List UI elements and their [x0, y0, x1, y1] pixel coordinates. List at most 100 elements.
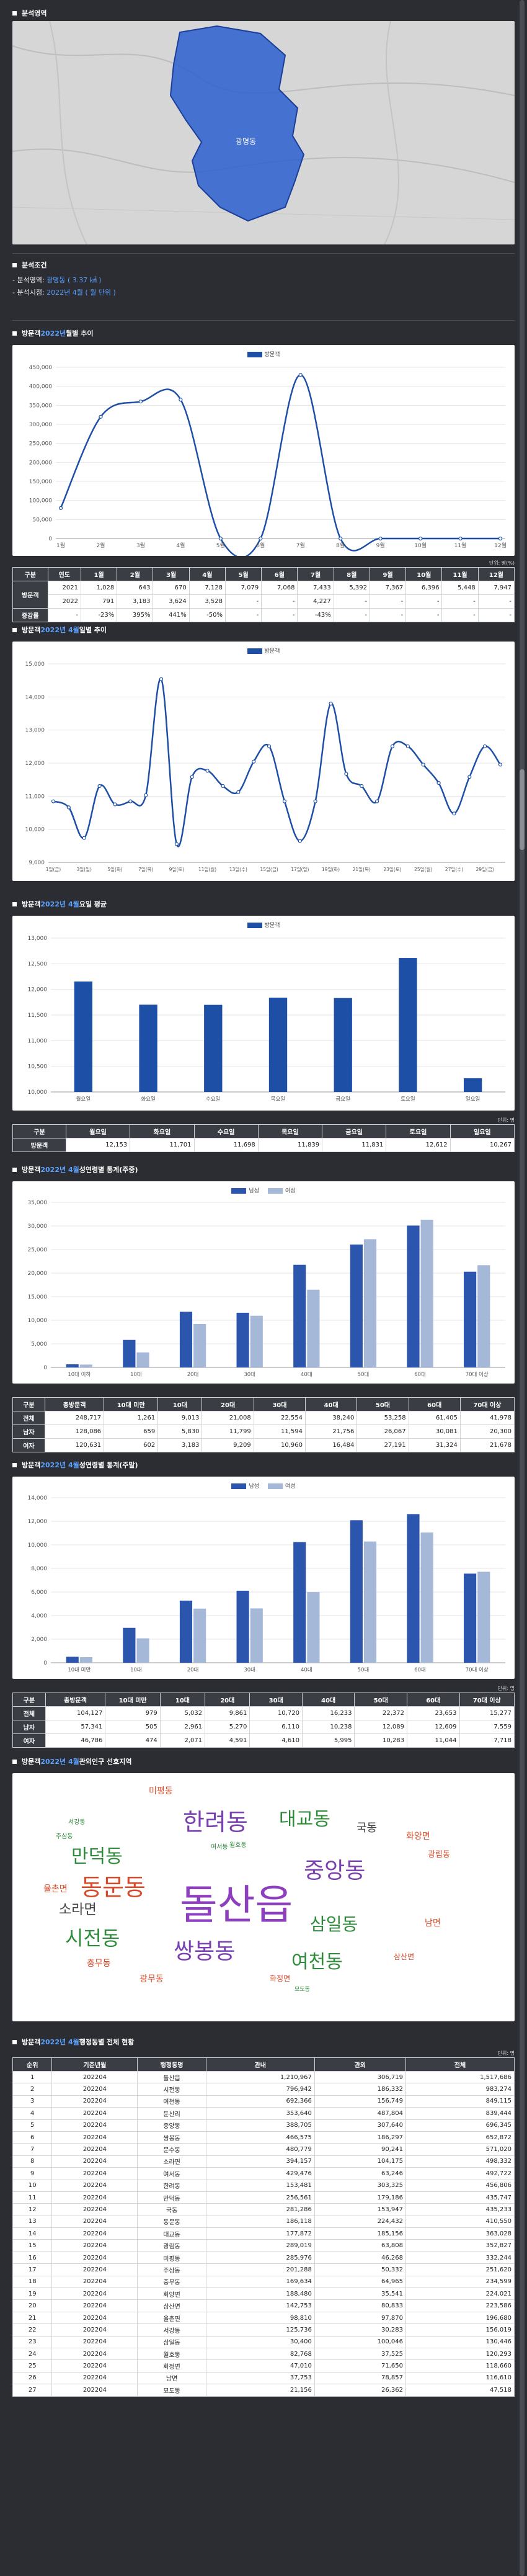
- bar[interactable]: [307, 1289, 320, 1367]
- data-point[interactable]: [138, 400, 143, 404]
- bar[interactable]: [123, 1339, 136, 1367]
- bar[interactable]: [293, 1542, 306, 1663]
- table-row[interactable]: 1 202204 돌산읍 1,210,967 306,719 1,517,686: [12, 2070, 515, 2084]
- map-view[interactable]: 광명동: [12, 21, 515, 244]
- wordcloud-word[interactable]: 동문동: [81, 1876, 146, 1899]
- data-point[interactable]: [97, 784, 102, 789]
- data-point[interactable]: [498, 536, 503, 541]
- wordcloud-word[interactable]: 광무동: [140, 1975, 164, 1983]
- bar[interactable]: [334, 998, 352, 1092]
- page-scrollbar-track[interactable]: [520, 0, 525, 2576]
- data-point[interactable]: [113, 802, 117, 807]
- table-row[interactable]: 21 202204 율촌면 98,810 97,870 196,680: [12, 2311, 515, 2325]
- data-point[interactable]: [144, 793, 148, 797]
- bar[interactable]: [407, 1514, 420, 1663]
- table-row[interactable]: 10 202204 한려동 153,481 303,325 456,806: [12, 2179, 515, 2192]
- bar[interactable]: [66, 1657, 79, 1663]
- data-point[interactable]: [329, 701, 333, 706]
- table-row[interactable]: 19 202204 화양면 188,480 35,541 224,021: [12, 2288, 515, 2301]
- table-row[interactable]: 22 202204 서강동 125,736 30,283 156,019: [12, 2323, 515, 2337]
- bar[interactable]: [236, 1312, 249, 1367]
- data-point[interactable]: [205, 769, 210, 773]
- data-point[interactable]: [190, 775, 194, 779]
- bar[interactable]: [268, 997, 288, 1092]
- page-scrollbar-thumb[interactable]: [520, 769, 525, 850]
- bar[interactable]: [79, 1657, 92, 1663]
- bar[interactable]: [464, 1573, 477, 1663]
- wordcloud-word[interactable]: 광림동: [428, 1851, 450, 1859]
- data-point[interactable]: [159, 677, 164, 681]
- data-point[interactable]: [236, 790, 241, 794]
- data-point[interactable]: [498, 763, 503, 767]
- data-point[interactable]: [421, 763, 425, 767]
- bar[interactable]: [179, 1600, 193, 1663]
- bar[interactable]: [66, 1364, 79, 1367]
- table-row[interactable]: 11 202204 만덕동 256,561 179,186 435,747: [12, 2191, 515, 2204]
- table-row[interactable]: 4 202204 둔산리 353,640 487,804 839,444: [12, 2107, 515, 2120]
- bar[interactable]: [350, 1520, 363, 1663]
- data-point[interactable]: [298, 373, 303, 377]
- wordcloud-word[interactable]: 한려동: [183, 1810, 248, 1834]
- wordcloud-word[interactable]: 충무동: [87, 1959, 111, 1968]
- data-point[interactable]: [483, 744, 487, 749]
- data-point[interactable]: [174, 842, 179, 846]
- data-point[interactable]: [51, 799, 56, 803]
- table-row[interactable]: 27 202204 묘도동 21,156 26,362 47,518: [12, 2384, 515, 2397]
- bar[interactable]: [204, 1004, 223, 1092]
- wordcloud-word[interactable]: 여천동: [291, 1953, 343, 1972]
- bar[interactable]: [74, 982, 93, 1092]
- table-row[interactable]: 12 202204 국동 281,286 153,947 435,233: [12, 2203, 515, 2216]
- wordcloud-word[interactable]: 삼일동: [310, 1916, 358, 1933]
- wordcloud-word[interactable]: 시전동: [65, 1928, 120, 1948]
- bar[interactable]: [123, 1627, 136, 1663]
- bar[interactable]: [193, 1324, 206, 1367]
- data-point[interactable]: [339, 536, 343, 541]
- table-row[interactable]: 20 202204 삼산면 142,753 80,833 223,586: [12, 2299, 515, 2312]
- bar[interactable]: [399, 958, 417, 1092]
- wordcloud-word[interactable]: 묘도동: [294, 1987, 310, 1993]
- data-point[interactable]: [452, 812, 456, 816]
- bar[interactable]: [420, 1532, 433, 1663]
- data-point[interactable]: [458, 536, 463, 541]
- wordcloud-word[interactable]: 화양면: [406, 1832, 430, 1841]
- data-point[interactable]: [298, 839, 302, 843]
- bar[interactable]: [463, 1078, 482, 1092]
- wordcloud-word[interactable]: 삼산면: [394, 1953, 414, 1961]
- data-point[interactable]: [467, 775, 472, 779]
- data-point[interactable]: [390, 744, 395, 749]
- bar[interactable]: [407, 1225, 420, 1367]
- data-point[interactable]: [99, 414, 103, 419]
- data-point[interactable]: [259, 536, 263, 541]
- data-point[interactable]: [344, 772, 348, 776]
- bar[interactable]: [477, 1265, 490, 1367]
- data-point[interactable]: [360, 784, 364, 789]
- bar[interactable]: [193, 1608, 206, 1663]
- wordcloud-word[interactable]: 여서동: [211, 1845, 228, 1851]
- table-row[interactable]: 16 202204 미평동 285,976 46,268 332,244: [12, 2251, 515, 2265]
- wordcloud-word[interactable]: 만덕동: [71, 1848, 123, 1866]
- wordcloud-word[interactable]: 서강동: [68, 1820, 86, 1826]
- data-point[interactable]: [282, 799, 287, 803]
- table-row[interactable]: 18 202204 충무동 169,634 64,965 234,599: [12, 2275, 515, 2289]
- wordcloud-word[interactable]: 화정면: [270, 1975, 290, 1982]
- wordcloud-word[interactable]: 월호동: [229, 1843, 247, 1849]
- wordcloud-word[interactable]: 남면: [425, 1919, 441, 1928]
- data-point[interactable]: [375, 799, 379, 803]
- wordcloud-word[interactable]: 중앙동: [304, 1860, 365, 1882]
- wordcloud-word[interactable]: 율촌면: [43, 1885, 68, 1894]
- wordcloud-word[interactable]: 쌍봉동: [174, 1941, 235, 1963]
- data-point[interactable]: [66, 805, 71, 810]
- data-point[interactable]: [436, 780, 441, 785]
- bar[interactable]: [136, 1352, 149, 1367]
- bar[interactable]: [363, 1541, 377, 1663]
- data-point[interactable]: [313, 799, 317, 803]
- table-row[interactable]: 15 202204 광림동 289,019 63,808 352,827: [12, 2239, 515, 2252]
- bar[interactable]: [307, 1592, 320, 1663]
- data-point[interactable]: [128, 799, 133, 803]
- bar[interactable]: [250, 1608, 263, 1663]
- table-row[interactable]: 7 202204 문수동 480,779 90,241 571,020: [12, 2143, 515, 2156]
- bar[interactable]: [250, 1315, 263, 1367]
- wordcloud-word[interactable]: 미평동: [149, 1787, 173, 1796]
- bar[interactable]: [363, 1239, 377, 1367]
- wordcloud-word[interactable]: 돌산읍: [180, 1885, 293, 1926]
